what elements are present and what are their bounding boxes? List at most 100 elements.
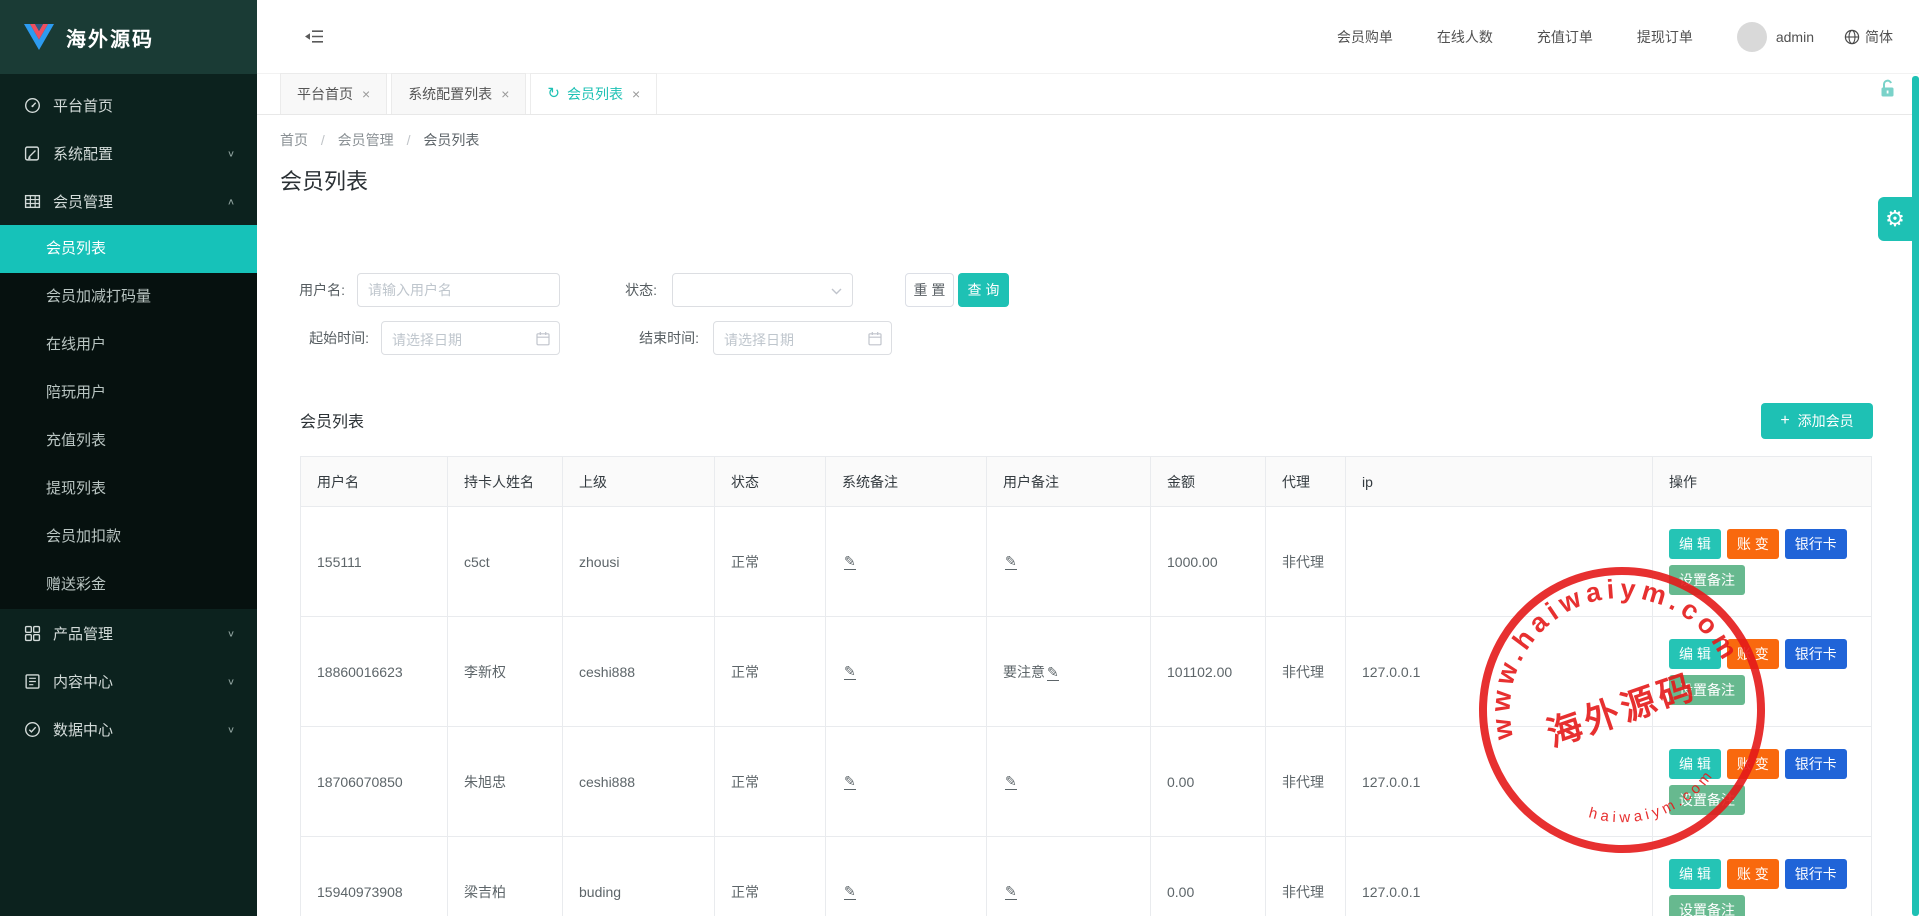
username: admin: [1776, 29, 1814, 45]
cell-agent: 非代理: [1266, 727, 1346, 837]
edit-button[interactable]: 编 辑: [1669, 529, 1721, 559]
edit-note-icon[interactable]: ✎: [844, 554, 856, 570]
cell-user-note: 要注意✎: [987, 617, 1151, 727]
scrollbar-thumb[interactable]: [1912, 76, 1919, 916]
gear-icon: ⚙: [1885, 206, 1905, 232]
table-row: 155111 c5ct zhousi 正常 ✎ ✎ 1000.00 非代理 编 …: [301, 507, 1872, 617]
lock-tabs-button[interactable]: [1877, 78, 1898, 104]
topbar-link-recharge-orders[interactable]: 充值订单: [1537, 27, 1593, 47]
edit-note-icon[interactable]: ✎: [844, 884, 856, 900]
cell-upline: zhousi: [563, 507, 715, 617]
tab-bar: 平台首页 × 系统配置列表 × ↻ 会员列表 ×: [257, 74, 1919, 115]
edit-note-icon[interactable]: ✎: [844, 664, 856, 680]
account-change-button[interactable]: 账 变: [1727, 529, 1779, 559]
cell-status: 正常: [715, 617, 826, 727]
sidebar-item-dashboard[interactable]: 平台首页: [0, 81, 257, 129]
edit-note-icon[interactable]: ✎: [1005, 884, 1017, 900]
sidebar-item-data-center[interactable]: 数据中心 ∨: [0, 705, 257, 753]
breadcrumb-member-management[interactable]: 会员管理: [338, 132, 394, 148]
language-switcher[interactable]: 简体: [1844, 27, 1893, 47]
tab-platform-home[interactable]: 平台首页 ×: [280, 73, 387, 114]
sidebar-item-recharge-list[interactable]: 充值列表: [0, 417, 257, 465]
close-icon[interactable]: ×: [501, 74, 509, 114]
topbar-link-withdraw-orders[interactable]: 提现订单: [1637, 27, 1693, 47]
topbar-link-online-count[interactable]: 在线人数: [1437, 27, 1493, 47]
edit-button[interactable]: 编 辑: [1669, 859, 1721, 889]
cell-upline: ceshi888: [563, 727, 715, 837]
sidebar-item-member-deduction[interactable]: 会员加扣款: [0, 513, 257, 561]
status-select[interactable]: [672, 273, 853, 307]
edit-button[interactable]: 编 辑: [1669, 639, 1721, 669]
refresh-icon[interactable]: ↻: [547, 74, 560, 114]
cell-agent: 非代理: [1266, 507, 1346, 617]
bank-card-button[interactable]: 银行卡: [1785, 859, 1847, 889]
tab-label: 系统配置列表: [408, 74, 492, 114]
set-note-button[interactable]: 设置备注: [1669, 895, 1745, 916]
sidebar-item-content-center[interactable]: 内容中心 ∨: [0, 657, 257, 705]
cell-username: 18860016623: [301, 617, 448, 727]
sidebar-item-withdraw-list[interactable]: 提现列表: [0, 465, 257, 513]
username-label: 用户名:: [287, 273, 345, 307]
brand[interactable]: 海外源码: [0, 0, 257, 74]
sidebar-item-system-config[interactable]: 系统配置 ∨: [0, 129, 257, 177]
edit-note-icon[interactable]: ✎: [1047, 665, 1059, 681]
quick-settings-button[interactable]: ⚙: [1878, 197, 1912, 241]
user-note-text: 要注意: [1003, 664, 1045, 680]
edit-note-icon[interactable]: ✎: [1005, 774, 1017, 790]
start-time-label: 起始时间:: [289, 321, 369, 355]
sidebar-item-label: 平台首页: [53, 95, 235, 116]
chevron-up-icon: ∧: [227, 196, 235, 206]
status-label: 状态:: [613, 273, 657, 307]
sidebar-item-gift-bonus[interactable]: 赠送彩金: [0, 561, 257, 609]
table-row: 18706070850 朱旭忠 ceshi888 正常 ✎ ✎ 0.00 非代理…: [301, 727, 1872, 837]
calendar-icon: [536, 331, 550, 346]
user-menu[interactable]: admin: [1737, 22, 1814, 52]
start-date-input[interactable]: 请选择日期: [381, 321, 560, 355]
collapse-sidebar-icon[interactable]: [304, 28, 324, 45]
topbar-link-member-orders[interactable]: 会员购单: [1337, 27, 1393, 47]
breadcrumb-home[interactable]: 首页: [280, 132, 308, 148]
bank-card-button[interactable]: 银行卡: [1785, 639, 1847, 669]
account-change-button[interactable]: 账 变: [1727, 639, 1779, 669]
cell-agent: 非代理: [1266, 617, 1346, 727]
unlock-icon: [1877, 78, 1898, 99]
edit-note-icon[interactable]: ✎: [844, 774, 856, 790]
reset-button[interactable]: 重 置: [905, 273, 954, 307]
set-note-button[interactable]: 设置备注: [1669, 565, 1745, 595]
col-upline: 上级: [563, 457, 715, 507]
bank-card-button[interactable]: 银行卡: [1785, 529, 1847, 559]
sidebar-item-member-codes[interactable]: 会员加减打码量: [0, 273, 257, 321]
member-submenu: 会员列表 会员加减打码量 在线用户 陪玩用户 充值列表 提现列表 会员加扣款 赠…: [0, 225, 257, 609]
cell-cardholder: 朱旭忠: [448, 727, 563, 837]
bank-card-button[interactable]: 银行卡: [1785, 749, 1847, 779]
set-note-button[interactable]: 设置备注: [1669, 675, 1745, 705]
account-change-button[interactable]: 账 变: [1727, 859, 1779, 889]
table-icon: [24, 193, 41, 210]
chevron-down-icon: [831, 288, 842, 295]
tab-member-list[interactable]: ↻ 会员列表 ×: [530, 73, 657, 114]
sidebar-item-member-list[interactable]: 会员列表: [0, 225, 257, 273]
edit-button[interactable]: 编 辑: [1669, 749, 1721, 779]
sidebar-item-product-management[interactable]: 产品管理 ∨: [0, 609, 257, 657]
close-icon[interactable]: ×: [632, 74, 640, 114]
sidebar-item-online-users[interactable]: 在线用户: [0, 321, 257, 369]
username-input[interactable]: [357, 273, 560, 307]
cell-status: 正常: [715, 837, 826, 916]
sidebar-item-play-users[interactable]: 陪玩用户: [0, 369, 257, 417]
breadcrumb: 首页 / 会员管理 / 会员列表: [280, 130, 479, 150]
cell-amount: 101102.00: [1151, 617, 1266, 727]
set-note-button[interactable]: 设置备注: [1669, 785, 1745, 815]
add-member-button[interactable]: + 添加会员: [1761, 403, 1873, 439]
end-date-input[interactable]: 请选择日期: [713, 321, 892, 355]
tab-system-config-list[interactable]: 系统配置列表 ×: [391, 73, 526, 114]
cell-system-note: ✎: [826, 727, 987, 837]
account-change-button[interactable]: 账 变: [1727, 749, 1779, 779]
col-user-note: 用户备注: [987, 457, 1151, 507]
close-icon[interactable]: ×: [362, 74, 370, 114]
sidebar-item-member-management[interactable]: 会员管理 ∧: [0, 177, 257, 225]
cell-user-note: ✎: [987, 727, 1151, 837]
search-button[interactable]: 查 询: [958, 273, 1009, 307]
date-placeholder: 请选择日期: [392, 330, 462, 350]
edit-note-icon[interactable]: ✎: [1005, 554, 1017, 570]
main-content: 首页 / 会员管理 / 会员列表 会员列表 用户名: 状态: 重 置 查 询 起…: [257, 115, 1919, 916]
